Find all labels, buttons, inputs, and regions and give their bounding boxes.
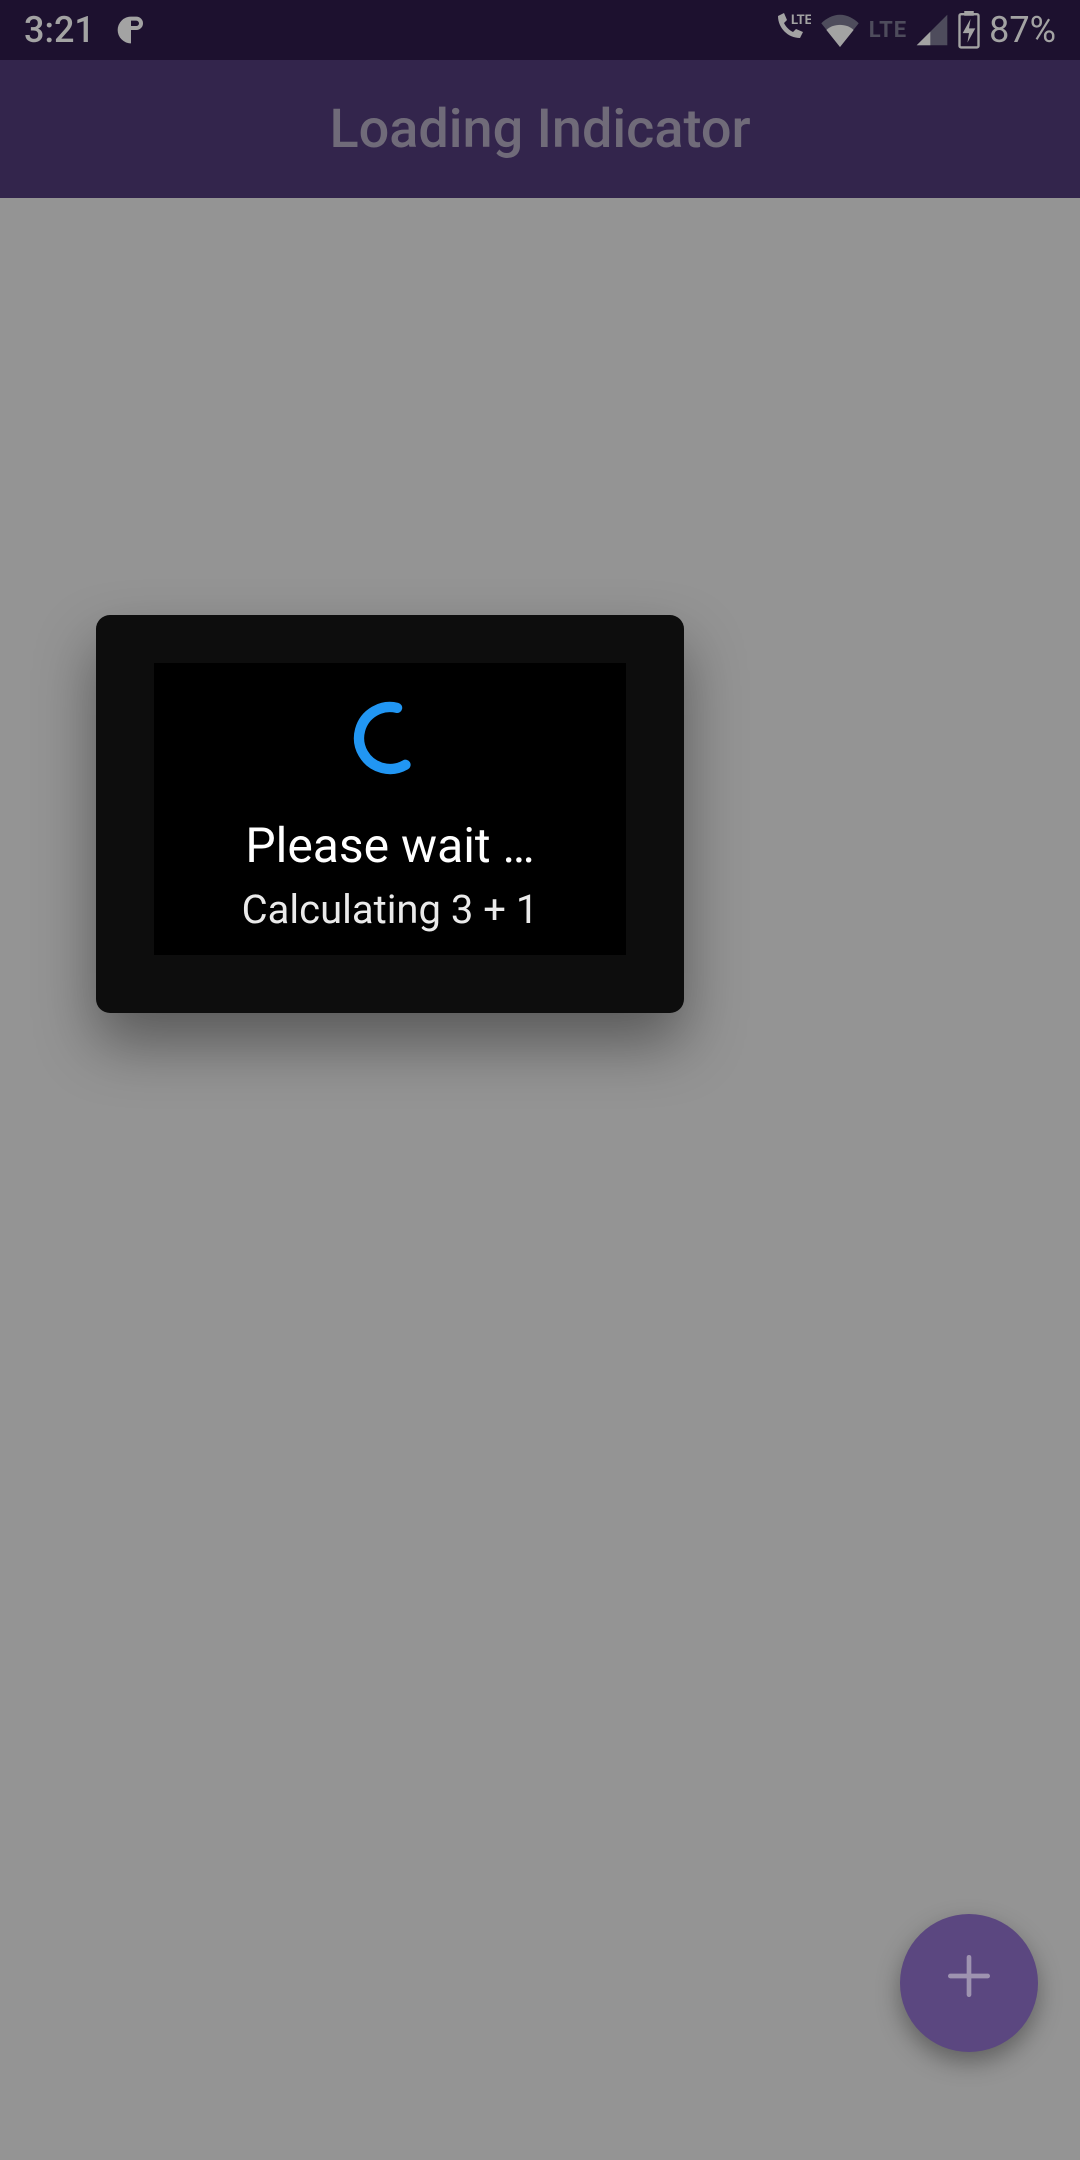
app-title: Loading Indicator bbox=[329, 98, 750, 161]
volte-call-icon: LTE bbox=[771, 12, 811, 48]
loading-dialog-content: Please wait … Calculating 3 + 1 bbox=[154, 663, 626, 955]
status-bar: 3:21 LTE LTE bbox=[0, 0, 1080, 60]
plus-icon bbox=[941, 1948, 997, 2019]
spinner-icon bbox=[347, 695, 433, 781]
loading-title: Please wait … bbox=[245, 817, 534, 874]
loading-dialog: Please wait … Calculating 3 + 1 bbox=[96, 615, 684, 1013]
app-bar: Loading Indicator bbox=[0, 60, 1080, 198]
p-logo-icon bbox=[115, 14, 147, 46]
wifi-icon bbox=[819, 13, 861, 47]
add-fab[interactable] bbox=[900, 1914, 1038, 2052]
battery-percentage: 87% bbox=[989, 9, 1056, 51]
status-bar-left: 3:21 bbox=[24, 9, 147, 51]
status-bar-right: LTE LTE 87% bbox=[771, 9, 1056, 51]
battery-charging-icon bbox=[957, 11, 981, 49]
content-area bbox=[0, 198, 1080, 2160]
loading-subtitle: Calculating 3 + 1 bbox=[242, 886, 539, 933]
status-time: 3:21 bbox=[24, 9, 95, 51]
svg-text:LTE: LTE bbox=[791, 13, 811, 28]
lte-label: LTE bbox=[869, 18, 907, 43]
signal-icon bbox=[915, 13, 949, 47]
